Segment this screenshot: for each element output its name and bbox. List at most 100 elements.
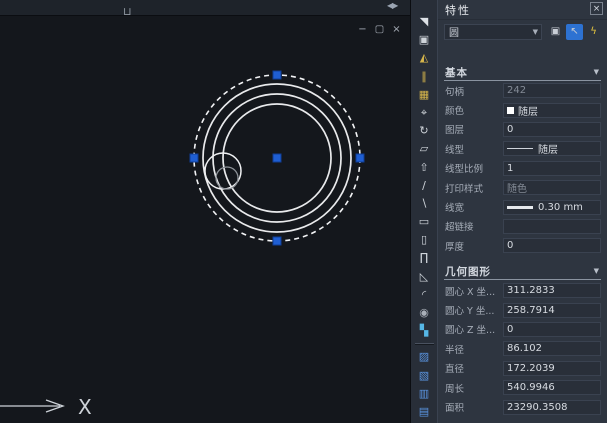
radius-field[interactable]: 86.102 (503, 341, 601, 356)
property-row-radius: 半径 86.102 (438, 339, 607, 358)
property-row-center-z: 圆心 Z 坐... 0 (438, 320, 607, 339)
property-label: 圆心 X 坐... (445, 284, 503, 298)
toolbar-separator (415, 343, 434, 345)
ucs-icon: X (0, 395, 92, 419)
toggle-pickadd-icon[interactable]: ▣ (547, 24, 564, 40)
cad-application-window: ⊔ − ▢ × ◀▶ (0, 0, 607, 423)
center-y-field[interactable]: 258.7914 (503, 303, 601, 318)
property-label: 图层 (445, 122, 503, 136)
diameter-field[interactable]: 172.2039 (503, 361, 601, 376)
property-value: 随色 (507, 180, 527, 195)
grip-west[interactable] (190, 154, 198, 162)
color-value-field[interactable]: 随层 (503, 103, 601, 118)
grip-center[interactable] (273, 154, 281, 162)
chamfer-icon[interactable]: ◺ (413, 268, 436, 286)
property-value: 0.30 mm (538, 202, 583, 213)
scale-icon[interactable]: ▱ (413, 140, 436, 158)
property-row-plotstyle: 打印样式 随色 (438, 178, 607, 197)
linetype-scale-field[interactable]: 1 (503, 161, 601, 176)
section-title: 基本 (445, 65, 468, 80)
object-type-dropdown[interactable]: 圆 ▼ (444, 24, 542, 40)
property-row-thickness: 厚度 0 (438, 236, 607, 255)
close-panel-icon[interactable]: × (590, 2, 603, 15)
offset-icon[interactable]: ∥ (413, 68, 436, 86)
property-label: 线型比例 (445, 161, 503, 175)
linetype-sample (507, 148, 533, 149)
property-value: 23290.3508 (507, 402, 567, 413)
property-label: 打印样式 (445, 181, 503, 195)
property-value: 86.102 (507, 343, 542, 354)
property-label: 厚度 (445, 239, 503, 253)
property-label: 面积 (445, 400, 503, 414)
property-value: 172.2039 (507, 363, 555, 374)
lineweight-sample (507, 206, 533, 209)
move-icon[interactable]: ⌖ (413, 104, 436, 122)
extend-icon[interactable]: ∖ (413, 195, 436, 213)
property-row-area: 面积 23290.3508 (438, 397, 607, 416)
collapse-section-icon: ▼ (594, 68, 599, 76)
thickness-value-field[interactable]: 0 (503, 238, 601, 253)
fillet-icon[interactable]: ◜ (413, 286, 436, 304)
array-icon[interactable]: ▦ (413, 86, 436, 104)
property-label: 周长 (445, 381, 503, 395)
properties-titlebar: 特性 × (438, 0, 607, 20)
property-row-center-y: 圆心 Y 坐... 258.7914 (438, 300, 607, 319)
send-under-icon[interactable]: ▤ (413, 403, 436, 421)
property-label: 线型 (445, 142, 503, 156)
bring-above-icon[interactable]: ▥ (413, 385, 436, 403)
stretch-icon[interactable]: ⇧ (413, 159, 436, 177)
property-label: 句柄 (445, 84, 503, 98)
property-row-circumference: 周长 540.9946 (438, 378, 607, 397)
property-value: 242 (507, 85, 526, 96)
property-row-lineweight: 线宽 0.30 mm (438, 197, 607, 216)
object-type-value: 圆 (445, 24, 533, 39)
property-value: 540.9946 (507, 382, 555, 393)
center-z-field[interactable]: 0 (503, 322, 601, 337)
property-value: 随层 (518, 103, 538, 118)
property-label: 颜色 (445, 103, 503, 117)
property-label: 线宽 (445, 200, 503, 214)
grip-south[interactable] (273, 237, 281, 245)
bring-to-front-icon[interactable]: ▨ (413, 348, 436, 366)
ucs-x-label: X (78, 395, 92, 419)
property-row-handle: 句柄 242 (438, 81, 607, 100)
send-to-back-icon[interactable]: ▧ (413, 367, 436, 385)
modify-toolbar: ◥ ▣ ◭ ∥ ▦ ⌖ ↻ ▱ ⇧ ∕ ∖ ▭ ▯ ∏ ◺ ◜ ◉ ▚ ▨ ▧ … (410, 0, 437, 423)
erase-icon[interactable]: ◥ (413, 13, 436, 31)
lineweight-value-field[interactable]: 0.30 mm (503, 200, 601, 215)
property-label: 圆心 Z 坐... (445, 322, 503, 336)
property-row-layer: 图层 0 (438, 120, 607, 139)
collapse-section-icon: ▼ (594, 267, 599, 275)
break-at-point-icon[interactable]: ▭ (413, 213, 436, 231)
property-value: 随层 (538, 141, 558, 156)
basic-rows: 句柄 242 颜色 随层 图层 0 线型 随层 线型比例 1 打印样式 随色 (438, 81, 607, 256)
grip-north[interactable] (273, 71, 281, 79)
grip-east[interactable] (356, 154, 364, 162)
object-selector-row: 圆 ▼ ▣ ↖ ϟ (444, 23, 602, 40)
property-row-color: 颜色 随层 (438, 100, 607, 119)
property-row-linetype: 线型 随层 (438, 139, 607, 158)
quick-select-icon[interactable]: ϟ (585, 24, 602, 40)
linetype-value-field[interactable]: 随层 (503, 141, 601, 156)
select-objects-icon[interactable]: ↖ (566, 24, 583, 40)
copy-icon[interactable]: ▣ (413, 31, 436, 49)
explode-icon[interactable]: ▚ (413, 322, 436, 340)
grips (190, 71, 364, 245)
drawing-canvas[interactable]: ⊔ − ▢ × ◀▶ (0, 0, 410, 423)
break-icon[interactable]: ▯ (413, 231, 436, 249)
handle-value-field: 242 (503, 83, 601, 98)
trim-icon[interactable]: ∕ (413, 177, 436, 195)
layer-value-field[interactable]: 0 (503, 122, 601, 137)
rotate-icon[interactable]: ↻ (413, 122, 436, 140)
section-header-basic[interactable]: 基本 ▼ (444, 64, 601, 81)
property-row-diameter: 直径 172.2039 (438, 359, 607, 378)
circumference-field[interactable]: 540.9946 (503, 380, 601, 395)
hyperlink-value-field[interactable] (503, 219, 601, 234)
join-icon[interactable]: ∏ (413, 249, 436, 267)
section-title: 几何图形 (445, 264, 491, 279)
blend-curves-icon[interactable]: ◉ (413, 304, 436, 322)
area-field[interactable]: 23290.3508 (503, 400, 601, 415)
section-header-geometry[interactable]: 几何图形 ▼ (444, 263, 601, 280)
mirror-icon[interactable]: ◭ (413, 49, 436, 67)
center-x-field[interactable]: 311.2833 (503, 283, 601, 298)
